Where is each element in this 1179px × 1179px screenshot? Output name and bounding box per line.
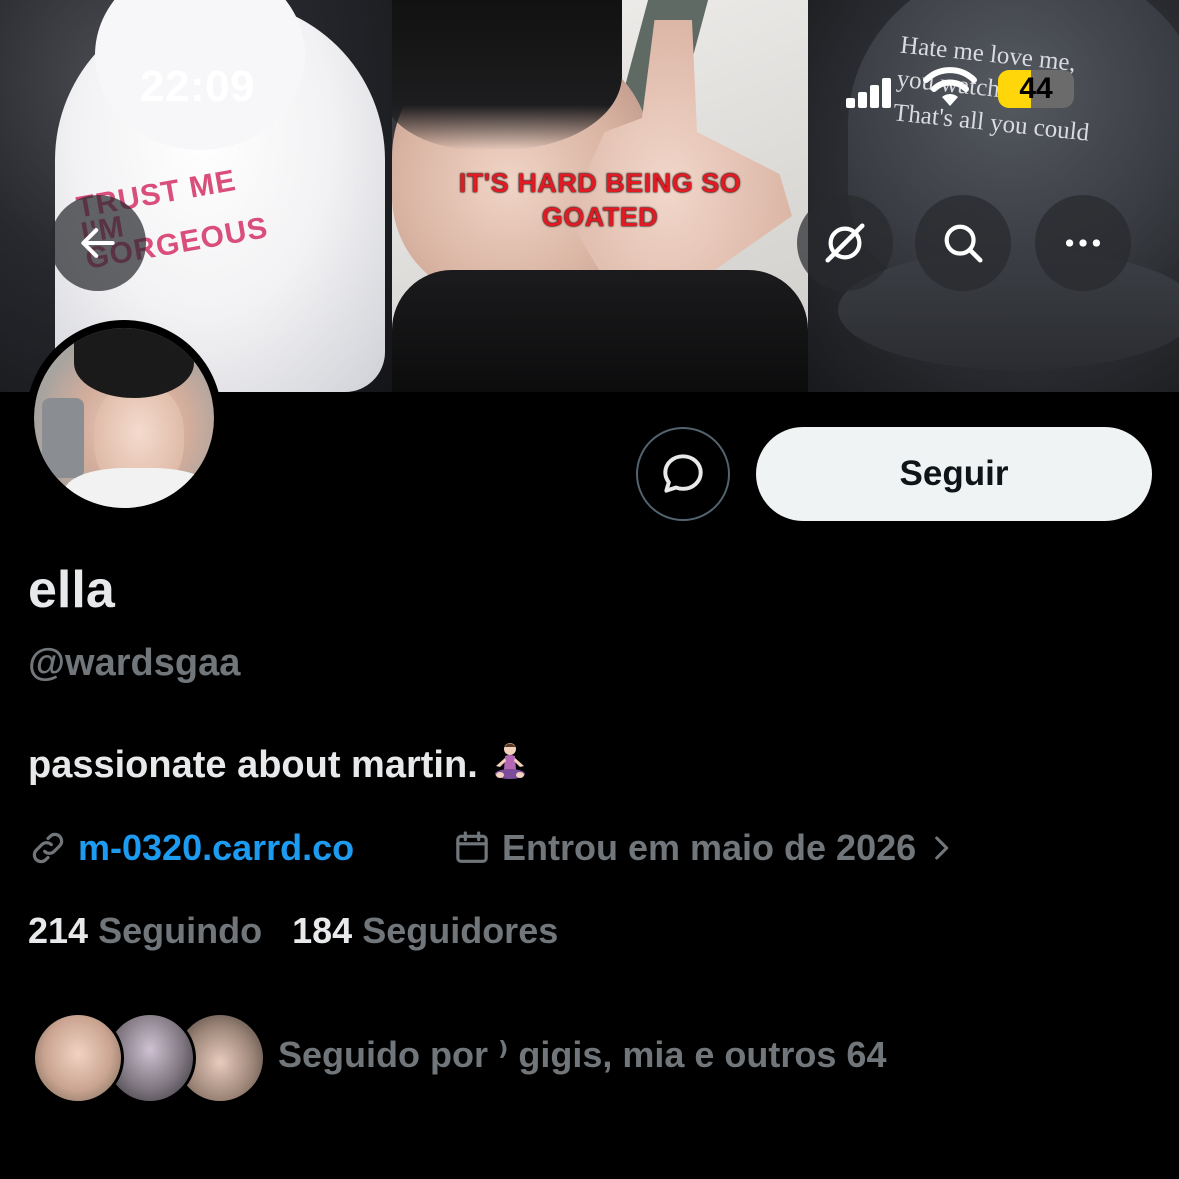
photo-tshirt — [392, 270, 808, 392]
follow-stats: 214 Seguindo 184 Seguidores — [28, 910, 558, 952]
user-handle: @wardsgaa — [28, 642, 241, 684]
status-time: 22:09 — [140, 62, 256, 111]
calendar-icon — [456, 831, 488, 863]
banner-caption-line-2: GOATED — [541, 202, 659, 232]
banner-image-hoodie: TRUST ME I'M GORGEOUS — [0, 0, 392, 392]
avatar-shirt — [64, 468, 214, 508]
more-options-button[interactable] — [1035, 195, 1131, 291]
avatar-phone — [42, 398, 84, 478]
following-link[interactable]: 214 Seguindo — [28, 910, 262, 951]
link-icon — [32, 832, 64, 864]
search-icon — [944, 224, 983, 263]
followers-link[interactable]: 184 Seguidores — [292, 910, 558, 951]
followed-by-text[interactable]: Seguido por ⁾ gigis, mia e outros 64 — [278, 1034, 886, 1076]
message-button[interactable] — [636, 427, 730, 521]
followed-by-avatars[interactable] — [32, 1012, 266, 1108]
avatar-image — [34, 328, 214, 508]
grok-icon — [825, 223, 865, 263]
meditation-emoji-icon — [488, 740, 532, 794]
cap-brim — [838, 250, 1179, 370]
follow-button[interactable]: Seguir — [756, 427, 1152, 521]
banner-image-cap: Hate me love me, you watched. That's all… — [808, 0, 1179, 392]
bio-text: passionate about martin. — [28, 744, 478, 787]
joined-date[interactable]: Entrou em maio de 2026 — [452, 824, 958, 872]
banner-caption-line-1: IT'S HARD BEING SO — [458, 168, 742, 198]
banner-image-goated: IT'S HARD BEING SO GOATED — [392, 0, 808, 392]
arrow-left-icon — [81, 228, 115, 258]
chevron-right-icon — [935, 836, 949, 860]
following-label: Seguindo — [98, 910, 263, 951]
following-count: 214 — [28, 910, 89, 951]
followers-count: 184 — [292, 910, 353, 951]
back-button[interactable] — [50, 195, 146, 291]
grok-button[interactable] — [797, 195, 893, 291]
bio: passionate about martin. — [28, 740, 532, 794]
battery-icon: 44 — [998, 70, 1074, 108]
battery-percentage: 44 — [1019, 72, 1053, 105]
website-link-text[interactable]: m-0320.carrd.co — [78, 827, 354, 869]
display-name: ella — [28, 561, 115, 619]
avatar-hair — [74, 328, 194, 398]
search-button[interactable] — [915, 195, 1011, 291]
follower-avatar — [32, 1012, 124, 1104]
wifi-icon — [923, 67, 977, 106]
photo-hair — [392, 0, 622, 150]
message-bubble-icon — [663, 454, 703, 493]
cellular-signal-icon — [846, 78, 892, 108]
joined-date-text: Entrou em maio de 2026 — [502, 827, 917, 868]
followers-label: Seguidores — [362, 910, 559, 951]
profile-website-link[interactable]: m-0320.carrd.co — [28, 824, 354, 872]
avatar[interactable] — [26, 320, 222, 516]
more-horizontal-icon — [1065, 239, 1101, 247]
